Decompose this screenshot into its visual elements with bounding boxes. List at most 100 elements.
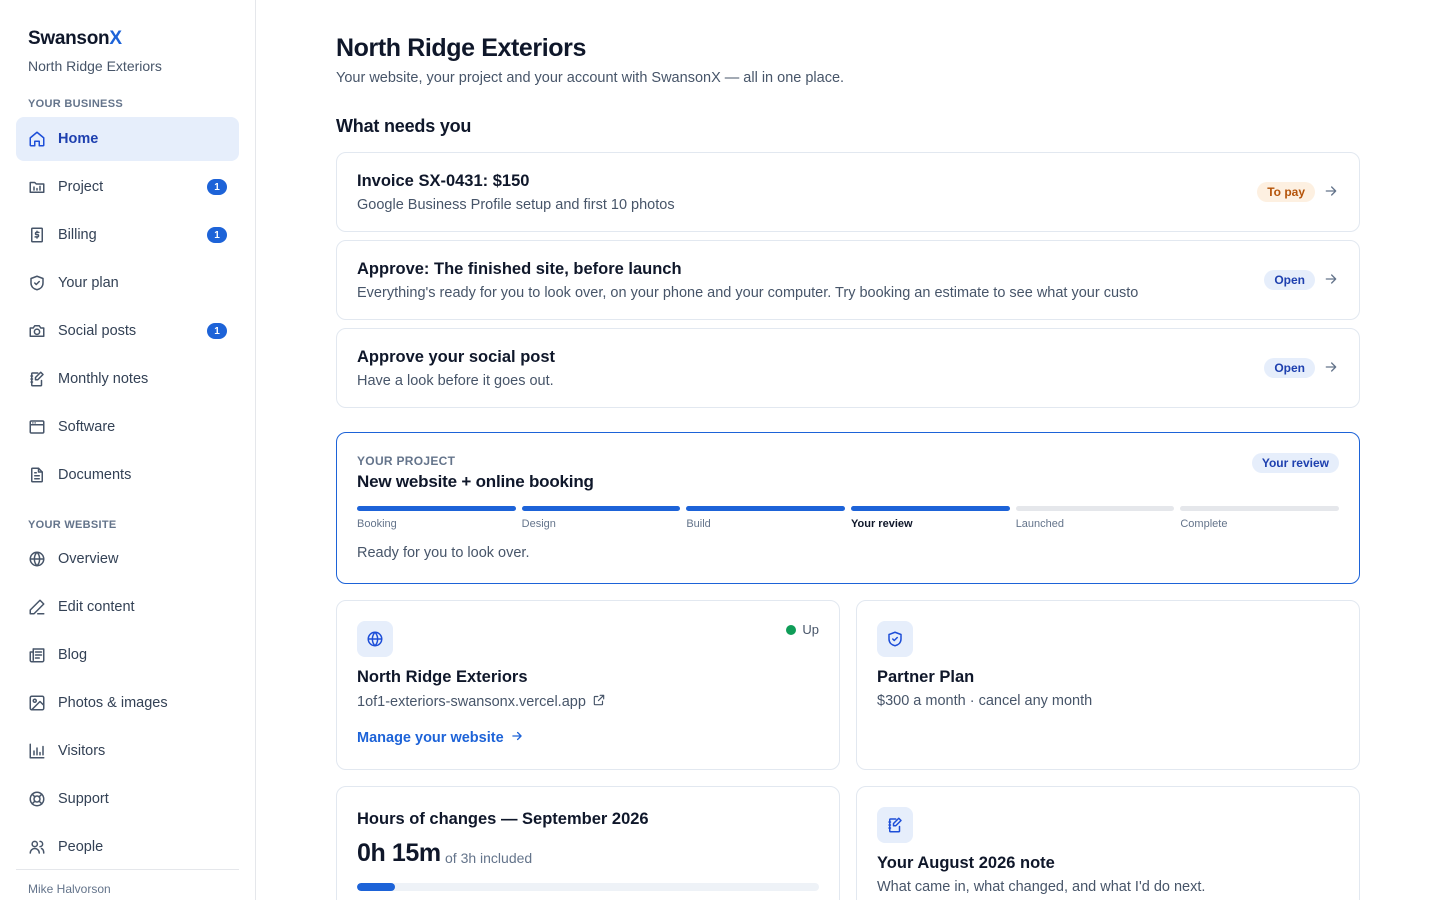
sidebar-item-social-posts[interactable]: Social posts 1 (16, 309, 239, 353)
stage-your-review: Your review (851, 506, 1010, 530)
task-title: Invoice SX-0431: $150 (357, 172, 530, 190)
sidebar-item-monthly-notes[interactable]: Monthly notes (16, 357, 239, 401)
stage-label: Build (686, 518, 711, 530)
hours-card: Hours of changes — September 2026 0h 15m… (336, 786, 840, 900)
hours-included: of 3h included (445, 850, 533, 866)
user-name[interactable]: Mike Halvorson (28, 882, 111, 896)
project-icon (28, 178, 46, 196)
lifebuoy-icon (28, 790, 46, 808)
task-approve-site[interactable]: Approve: The finished site, before launc… (336, 240, 1360, 320)
stage-launched: Launched (1015, 506, 1175, 530)
external-link-icon (592, 693, 606, 711)
note-title: Your August 2026 note (877, 854, 1055, 872)
count-badge: 1 (207, 179, 227, 195)
brand-logo[interactable]: SwansonX (28, 28, 122, 50)
note-card[interactable]: Your August 2026 note What came in, what… (856, 786, 1360, 900)
stage-bar (1015, 506, 1175, 511)
stage-bar (686, 506, 846, 511)
stage-bar (521, 506, 681, 511)
manage-website-link[interactable]: Manage your website (357, 729, 524, 747)
section-title-needs: What needs you (336, 116, 472, 136)
sidebar-item-label: Home (58, 131, 99, 147)
sidebar-item-label: Photos & images (58, 695, 168, 711)
project-label: YOUR PROJECT (357, 454, 456, 468)
task-title: Approve your social post (357, 348, 556, 366)
sidebar-divider (16, 869, 239, 870)
website-url: 1of1-exteriors-swansonx.vercel.app (357, 694, 586, 710)
stage-bar (851, 506, 1010, 511)
sidebar-item-photos[interactable]: Photos & images (16, 681, 239, 725)
sidebar-item-label: Documents (58, 467, 132, 483)
status-badge: Open (1264, 270, 1315, 290)
pen-icon (28, 598, 46, 616)
status-label: Up (802, 622, 819, 637)
stage-label: Complete (1180, 518, 1228, 530)
newspaper-icon (28, 646, 46, 664)
stage-label: Your review (851, 518, 913, 530)
sidebar-item-edit-content[interactable]: Edit content (16, 585, 239, 629)
hours-title: Hours of changes — September 2026 (357, 810, 649, 828)
arrow-right-icon (1323, 271, 1339, 287)
arrow-right-icon (1323, 359, 1339, 375)
stage-build: Build (686, 506, 846, 530)
sidebar-item-software[interactable]: Software (16, 405, 239, 449)
sidebar-item-label: Edit content (58, 599, 135, 615)
sidebar-item-label: Software (58, 419, 116, 435)
sidebar-item-your-plan[interactable]: Your plan (16, 261, 239, 305)
task-title: Approve: The finished site, before launc… (357, 260, 682, 278)
home-icon (28, 130, 46, 148)
brand-x: X (109, 28, 122, 49)
stage-booking: Booking (357, 506, 516, 530)
arrow-right-icon (510, 729, 524, 747)
sidebar-item-label: Visitors (58, 743, 106, 759)
website-card: Up North Ridge Exteriors 1of1-exteriors-… (336, 600, 840, 770)
globe-icon (28, 550, 46, 568)
sidebar-item-label: Your plan (58, 275, 119, 291)
window-icon (28, 418, 46, 436)
notes-icon (877, 807, 913, 843)
status-badge: To pay (1257, 182, 1315, 202)
sidebar-item-project[interactable]: Project 1 (16, 165, 239, 209)
shield-icon (28, 274, 46, 292)
people-icon (28, 838, 46, 856)
website-url-link[interactable]: 1of1-exteriors-swansonx.vercel.app (357, 693, 606, 711)
shield-check-icon (877, 621, 913, 657)
stage-label: Booking (357, 518, 397, 530)
status-badge: Open (1264, 358, 1315, 378)
task-approve-social[interactable]: Approve your social post Have a look bef… (336, 328, 1360, 408)
billing-icon (28, 226, 46, 244)
document-icon (28, 466, 46, 484)
project-card[interactable]: YOUR PROJECT New website + online bookin… (336, 432, 1360, 584)
status-badge: Your review (1251, 453, 1339, 473)
brand-name: Swanson (28, 28, 110, 49)
notes-icon (28, 370, 46, 388)
sidebar-item-people[interactable]: People (16, 825, 239, 869)
sidebar-item-home[interactable]: Home (16, 117, 239, 161)
project-stages: Booking Design Build Your review Launche… (357, 506, 1340, 530)
hours-progress-fill (357, 883, 396, 891)
task-subtitle: Have a look before it goes out. (357, 373, 554, 389)
site-status: Up (786, 622, 819, 637)
image-icon (28, 694, 46, 712)
chart-icon (28, 742, 46, 760)
sidebar-item-label: Monthly notes (58, 371, 149, 387)
business-name: North Ridge Exteriors (28, 58, 162, 74)
plan-card[interactable]: Partner Plan $300 a month · cancel any m… (856, 600, 1360, 770)
project-title: New website + online booking (357, 472, 594, 491)
sidebar-item-support[interactable]: Support (16, 777, 239, 821)
sidebar-item-documents[interactable]: Documents (16, 453, 239, 497)
task-subtitle: Google Business Profile setup and first … (357, 197, 675, 213)
stage-bar (357, 506, 516, 511)
sidebar-item-visitors[interactable]: Visitors (16, 729, 239, 773)
sidebar-item-overview[interactable]: Overview (16, 537, 239, 581)
task-invoice[interactable]: Invoice SX-0431: $150 Google Business Pr… (336, 152, 1360, 232)
section-label-website: YOUR WEBSITE (28, 519, 117, 531)
sidebar-item-label: People (58, 839, 104, 855)
sidebar-item-billing[interactable]: Billing 1 (16, 213, 239, 257)
page-title: North Ridge Exteriors (336, 34, 586, 62)
stage-label: Design (521, 518, 556, 530)
sidebar-item-blog[interactable]: Blog (16, 633, 239, 677)
count-badge: 1 (207, 323, 227, 339)
page-subtitle: Your website, your project and your acco… (336, 70, 845, 86)
arrow-right-icon (1323, 183, 1339, 199)
